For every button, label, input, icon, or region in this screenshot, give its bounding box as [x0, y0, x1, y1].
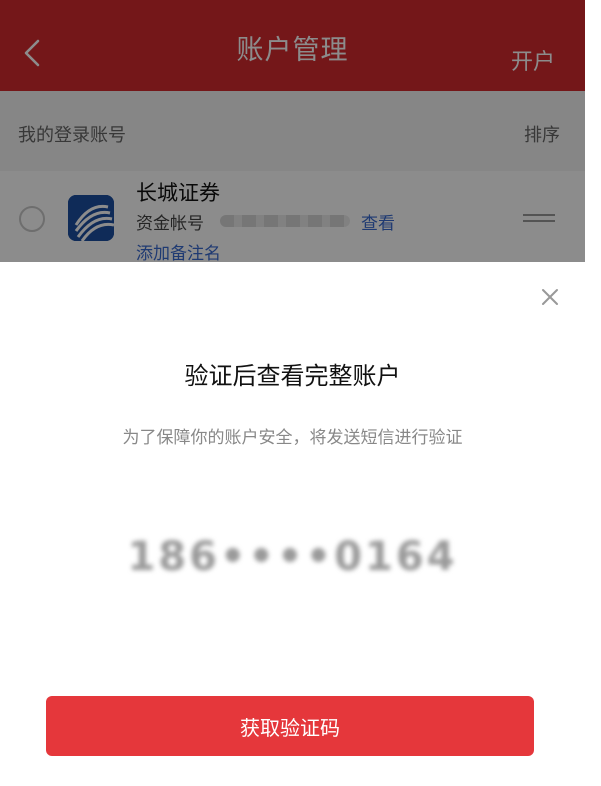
- dialog-subtitle: 为了保障你的账户安全，将发送短信进行验证: [122, 428, 463, 448]
- modal-overlay[interactable]: [0, 0, 585, 262]
- verification-dialog: 验证后查看完整账户 为了保障你的账户安全，将发送短信进行验证 186••••01…: [0, 262, 585, 786]
- masked-phone-number: 186••••0164: [127, 534, 458, 580]
- dialog-title: 验证后查看完整账户: [184, 362, 401, 390]
- get-code-button[interactable]: 获取验证码: [46, 696, 534, 756]
- close-icon[interactable]: [539, 286, 561, 308]
- account-management-screen: 账户管理 开户 我的登录账号 排序 长城证券 资金帐号 查看 添加备注名 验证后…: [0, 0, 585, 786]
